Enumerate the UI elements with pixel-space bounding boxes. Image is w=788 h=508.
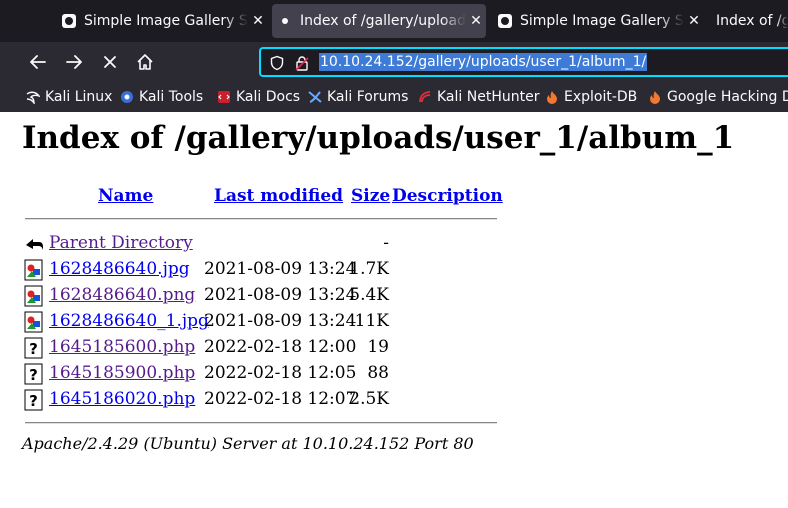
column-header-size[interactable]: Size — [351, 186, 390, 206]
table-divider — [25, 422, 497, 424]
stop-x-icon — [104, 56, 116, 68]
page-content: Index of /gallery/uploads/user_1/album_1… — [0, 112, 788, 508]
file-link[interactable]: 1645185900.php — [49, 363, 195, 383]
file-modified: 2021-08-09 13:24 — [204, 311, 357, 331]
insecure-lock-icon[interactable] — [294, 55, 310, 71]
tab-simple-image-gallery-2[interactable]: Simple Image Gallery Sys ✕ — [494, 4, 704, 38]
kali-tools-icon — [121, 91, 133, 103]
bookmark-label: Google Hacking DB — [667, 89, 788, 105]
tab-title: Simple Image Gallery Sys — [520, 13, 684, 29]
tab-title: Simple Image Gallery Sys — [84, 13, 248, 29]
file-size: 11K — [354, 311, 389, 331]
forward-arrow-icon — [66, 55, 82, 69]
url-bar[interactable]: 10.10.24.152/gallery/uploads/user_1/albu… — [259, 47, 788, 77]
tracking-protection-shield-icon[interactable] — [269, 55, 285, 71]
tab-close-icon[interactable]: ✕ — [684, 13, 704, 29]
tab-title: Index of /gallery/uploads — [300, 13, 466, 29]
url-text[interactable]: 10.10.24.152/gallery/uploads/user_1/albu… — [319, 53, 648, 71]
kali-forums-icon — [308, 91, 322, 103]
tab-simple-image-gallery-1[interactable]: Simple Image Gallery Sys ✕ — [58, 4, 268, 38]
image-file-icon — [24, 259, 43, 281]
image-file-icon — [24, 311, 43, 333]
server-signature: Apache/2.4.29 (Ubuntu) Server at 10.10.2… — [22, 434, 474, 453]
tab-title: Index of /ga — [716, 13, 788, 29]
loading-dot-icon — [282, 18, 288, 24]
kali-dragon-icon — [26, 91, 40, 104]
table-divider — [25, 218, 497, 220]
back-arrow-icon — [30, 55, 46, 69]
navigation-toolbar: 10.10.24.152/gallery/uploads/user_1/albu… — [0, 42, 788, 82]
file-modified: 2021-08-09 13:24 — [204, 259, 357, 279]
bookmark-google-hacking-db[interactable]: Google Hacking DB — [648, 88, 788, 106]
file-link[interactable]: 1645186020.php — [49, 389, 195, 409]
bookmark-kali-forums[interactable]: Kali Forums — [308, 88, 408, 106]
kali-docs-icon — [218, 91, 230, 103]
back-folder-icon — [26, 239, 43, 250]
tab-close-icon[interactable]: ✕ — [248, 13, 268, 29]
svg-text:?: ? — [29, 340, 38, 358]
column-header-description[interactable]: Description — [392, 186, 503, 206]
bookmark-label: Kali Forums — [327, 89, 409, 105]
unknown-file-icon: ? — [24, 389, 43, 411]
file-size: 1.7K — [349, 259, 389, 279]
file-link[interactable]: 1628486640.png — [49, 285, 195, 305]
ghdb-icon — [650, 91, 660, 104]
tab-index-of-uploads[interactable]: Index of /gallery/uploads ✕ — [272, 4, 486, 38]
site-favicon-icon — [62, 14, 76, 28]
bookmark-exploit-db[interactable]: Exploit-DB — [545, 88, 637, 106]
parent-directory-link[interactable]: Parent Directory — [49, 233, 193, 253]
file-modified: 2022-02-18 12:07 — [204, 389, 357, 409]
bookmark-label: Kali Docs — [236, 89, 301, 105]
stop-loading-button[interactable] — [98, 50, 122, 74]
file-modified: 2021-08-09 13:24 — [204, 285, 357, 305]
file-size: 88 — [367, 363, 389, 383]
bookmark-label: Kali Linux — [45, 89, 113, 105]
bookmarks-toolbar: Kali Linux Kali Tools Kali Docs Kali For… — [0, 82, 788, 112]
file-link[interactable]: 1645185600.php — [49, 337, 195, 357]
exploit-db-icon — [547, 91, 557, 104]
file-modified: 2022-02-18 12:05 — [204, 363, 357, 383]
tab-strip: Simple Image Gallery Sys ✕ Index of /gal… — [0, 0, 788, 42]
bookmark-label: Exploit-DB — [564, 89, 638, 105]
file-link[interactable]: 1628486640_1.jpg — [49, 311, 209, 331]
unknown-file-icon: ? — [24, 337, 43, 359]
forward-button[interactable] — [62, 50, 86, 74]
bookmark-kali-docs[interactable]: Kali Docs — [217, 88, 300, 106]
bookmark-label: Kali Tools — [139, 89, 204, 105]
image-file-icon — [24, 285, 43, 307]
bookmark-kali-tools[interactable]: Kali Tools — [120, 88, 203, 106]
file-size: - — [383, 233, 389, 253]
file-modified: 2022-02-18 12:00 — [204, 337, 357, 357]
file-size: 19 — [367, 337, 389, 357]
site-favicon-icon — [498, 14, 512, 28]
page-title: Index of /gallery/uploads/user_1/album_1 — [22, 120, 735, 156]
column-header-last-modified[interactable]: Last modified — [214, 186, 343, 206]
tab-close-icon[interactable]: ✕ — [466, 13, 486, 29]
svg-text:?: ? — [29, 392, 38, 410]
home-button[interactable] — [133, 50, 157, 74]
file-size: 2.5K — [349, 389, 389, 409]
file-link[interactable]: 1628486640.jpg — [49, 259, 190, 279]
svg-text:?: ? — [29, 366, 38, 384]
back-button[interactable] — [26, 50, 50, 74]
kali-nethunter-icon — [419, 91, 431, 103]
file-size: 5.4K — [349, 285, 389, 305]
bookmark-label: Kali NetHunter — [437, 89, 540, 105]
tab-index-of-ga[interactable]: Index of /ga — [716, 4, 788, 38]
bookmark-kali-linux[interactable]: Kali Linux — [26, 88, 112, 106]
column-header-name[interactable]: Name — [98, 186, 153, 206]
bookmark-kali-nethunter[interactable]: Kali NetHunter — [418, 88, 539, 106]
unknown-file-icon: ? — [24, 363, 43, 385]
home-icon — [137, 54, 153, 70]
